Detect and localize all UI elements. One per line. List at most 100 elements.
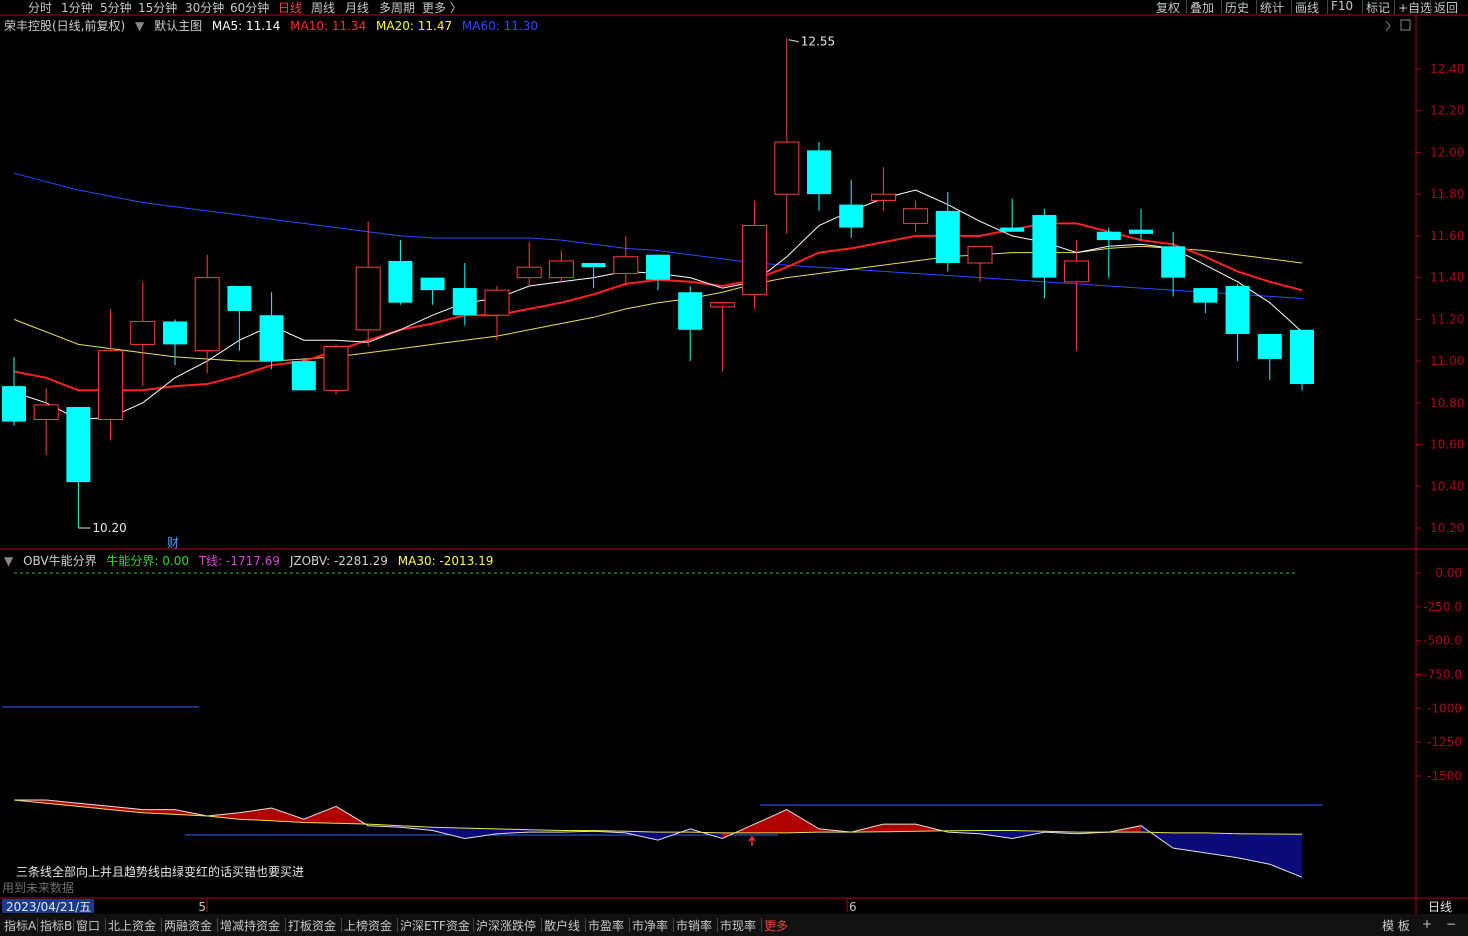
indicator-tab-10[interactable]: 散户线 xyxy=(544,917,580,934)
obv-tick-label: 0.00 xyxy=(1435,566,1462,580)
candle-body-down[interactable] xyxy=(227,285,252,312)
indicator-tab-6[interactable]: 打板资金 xyxy=(288,917,336,934)
obv-tick-label: -1500 xyxy=(1427,769,1462,783)
candle-body-up[interactable] xyxy=(98,350,124,421)
candle-body-down[interactable] xyxy=(66,406,91,483)
candle-body-up[interactable] xyxy=(903,208,929,224)
indicator-tab-4[interactable]: 两融资金 xyxy=(164,917,212,934)
candle-body-down[interactable] xyxy=(1161,246,1186,278)
candle-body-up[interactable] xyxy=(33,404,59,421)
low-price-label: 10.20 xyxy=(92,521,126,535)
period-label: 日线 xyxy=(1428,900,1452,914)
tab-divider xyxy=(217,918,218,932)
candle-body-up[interactable] xyxy=(613,256,639,274)
obv-fill-segment xyxy=(754,809,787,833)
candle-body-up[interactable] xyxy=(194,277,220,352)
remove-panel-button[interactable]: − xyxy=(1446,917,1456,931)
tab-divider xyxy=(541,918,542,932)
price-tick-label: 10.60 xyxy=(1430,438,1464,452)
candle-body-up[interactable] xyxy=(967,245,993,264)
candle-body-down[interactable] xyxy=(163,321,187,345)
candle-body-down[interactable] xyxy=(1000,227,1025,232)
candle-body-down[interactable] xyxy=(807,150,831,195)
obv-tick-label: -750.0 xyxy=(1423,668,1462,682)
candle-body-up[interactable] xyxy=(870,193,896,201)
candle-body-down[interactable] xyxy=(259,315,284,362)
tab-divider xyxy=(397,918,398,932)
candle-body-down[interactable] xyxy=(1129,229,1153,234)
up-arrow-icon xyxy=(748,835,756,846)
tab-divider xyxy=(673,918,674,932)
candle-body-up[interactable] xyxy=(548,260,574,279)
indicator-tab-13[interactable]: 市销率 xyxy=(676,917,712,934)
tab-divider xyxy=(761,918,762,932)
indicator-tab-15[interactable]: 更多 xyxy=(764,917,788,934)
candle-body-down[interactable] xyxy=(1290,329,1314,385)
tab-divider xyxy=(73,918,74,932)
indicator-tab-12[interactable]: 市净率 xyxy=(632,917,668,934)
candle-body-up[interactable] xyxy=(355,266,381,331)
tab-divider xyxy=(37,918,38,932)
tab-divider xyxy=(341,918,342,932)
price-tick-label: 12.40 xyxy=(1430,62,1464,76)
kline-chart[interactable]: 12.40 12.20 12.00 11.80 11.60 11.40 11.20 11.00… xyxy=(0,0,1468,914)
tab-divider xyxy=(161,918,162,932)
price-tick-label: 10.20 xyxy=(1430,521,1464,535)
candle-body-up[interactable] xyxy=(323,345,349,391)
price-tick-label: 10.80 xyxy=(1430,396,1464,410)
price-tick-label: 11.60 xyxy=(1430,229,1464,243)
tab-divider xyxy=(285,918,286,932)
indicator-tab-3[interactable]: 北上资金 xyxy=(108,917,156,934)
obv-tick-label: -1250 xyxy=(1427,735,1462,749)
candle-body-down[interactable] xyxy=(1257,333,1282,360)
candle-body-down[interactable] xyxy=(839,204,864,228)
tab-divider xyxy=(629,918,630,932)
candle-body-up[interactable] xyxy=(1064,260,1090,283)
candle-body-down[interactable] xyxy=(1096,231,1121,241)
tab-divider xyxy=(105,918,106,932)
candle-body-up[interactable] xyxy=(774,141,800,195)
obv-fill-segment xyxy=(1237,833,1270,865)
candle-body-down[interactable] xyxy=(1193,288,1218,303)
indicator-tab-5[interactable]: 增减持资金 xyxy=(220,917,280,934)
future-data-note: 用到未来数据 xyxy=(2,880,74,895)
finance-marker: 财 xyxy=(167,536,179,550)
candle-body-down[interactable] xyxy=(935,210,960,264)
obv-fill-segment xyxy=(786,809,819,833)
indicator-tab-2[interactable]: 窗口 xyxy=(76,917,100,934)
obv-fill-segment xyxy=(303,806,336,824)
indicator-tab-9[interactable]: 沪深涨跌停 xyxy=(476,917,536,934)
candle-body-down[interactable] xyxy=(678,292,703,330)
candle-body-down[interactable] xyxy=(452,288,477,316)
indicator-tab-1[interactable]: 指标B xyxy=(40,917,72,934)
candle-body-down[interactable] xyxy=(2,386,26,422)
add-panel-button[interactable]: + xyxy=(1422,917,1432,931)
candle-body-down[interactable] xyxy=(581,263,606,268)
maximize-icon[interactable] xyxy=(1400,19,1411,31)
obv-fill-segment xyxy=(1173,832,1206,853)
indicator-tab-11[interactable]: 市盈率 xyxy=(588,917,624,934)
candle-body-down[interactable] xyxy=(291,361,316,391)
candle-body-up[interactable] xyxy=(709,302,735,308)
candle-body-down[interactable] xyxy=(646,254,670,280)
indicator-tab-0[interactable]: 指标A xyxy=(4,917,36,934)
price-tick-label: 10.40 xyxy=(1430,479,1464,493)
candle-body-up[interactable] xyxy=(516,266,542,279)
obv-fill-segment xyxy=(464,828,497,839)
indicator-tab-14[interactable]: 市现率 xyxy=(720,917,756,934)
tab-divider xyxy=(585,918,586,932)
template-button[interactable]: 模 板 xyxy=(1382,917,1410,934)
obv-tick-label: -500.0 xyxy=(1423,634,1462,648)
candle-body-down[interactable] xyxy=(1032,215,1057,278)
price-tick-label: 12.20 xyxy=(1430,104,1464,118)
candle-body-down[interactable] xyxy=(420,277,445,291)
indicator-tab-8[interactable]: 沪深ETF资金 xyxy=(400,917,470,934)
indicator-tab-7[interactable]: 上榜资金 xyxy=(344,917,392,934)
candle-body-down[interactable] xyxy=(1225,285,1250,334)
candle-body-up[interactable] xyxy=(742,224,768,295)
candle-body-up[interactable] xyxy=(484,289,510,316)
candle-body-up[interactable] xyxy=(130,320,156,345)
candle-body-down[interactable] xyxy=(388,260,413,303)
high-price-label: 12.55 xyxy=(801,35,835,49)
chevron-right-icon[interactable] xyxy=(1385,20,1391,32)
